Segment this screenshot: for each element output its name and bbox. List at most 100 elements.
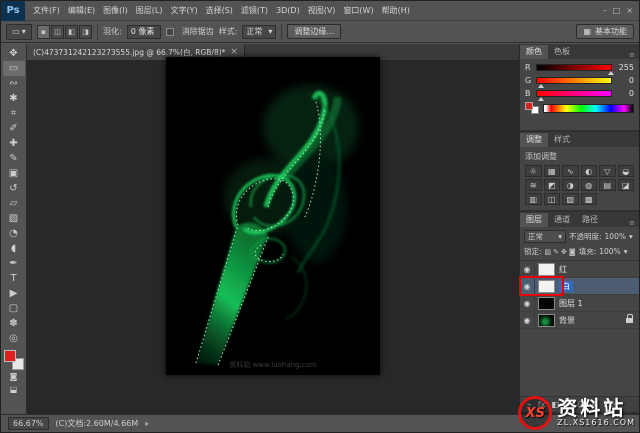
tab-color[interactable]: 颜色 (520, 45, 548, 59)
layer-name[interactable]: 图层 1 (559, 298, 583, 309)
curves-icon[interactable]: ∿ (562, 165, 579, 177)
zoom-level-field[interactable]: 66.67% (8, 417, 49, 430)
fill-value[interactable]: 100% (599, 247, 620, 256)
canvas-image[interactable]: 资料站 www.luohang.com (166, 57, 380, 375)
vibrance-icon[interactable]: ▽ (599, 165, 616, 177)
mini-color-swatches[interactable] (525, 102, 539, 114)
screen-mode-icon[interactable]: ⬓ (3, 383, 25, 396)
green-value[interactable]: 0 (616, 76, 634, 85)
lock-pixels-icon[interactable]: ✎ (553, 248, 559, 256)
menu-item-image[interactable]: 图像(I) (99, 5, 132, 16)
levels-icon[interactable]: ▦ (544, 165, 561, 177)
tab-adjustments[interactable]: 调整 (520, 133, 548, 147)
subtract-from-selection-icon[interactable]: ◧ (65, 25, 78, 39)
chevron-down-icon[interactable]: ▾ (629, 232, 633, 241)
menu-item-layer[interactable]: 图层(L) (132, 5, 167, 16)
tab-styles[interactable]: 样式 (548, 133, 576, 147)
tab-paths[interactable]: 路径 (576, 213, 604, 227)
panel-menu-icon[interactable]: ≡ (625, 51, 639, 59)
layer-name[interactable]: 红 (559, 264, 567, 275)
menu-item-file[interactable]: 文件(F) (29, 5, 64, 16)
layer-row-white[interactable]: ◉ 白 (520, 278, 639, 295)
zoom-tool[interactable]: ◎ (3, 331, 25, 346)
slider-knob[interactable] (538, 84, 544, 88)
threshold-icon[interactable]: ◫ (544, 193, 561, 205)
new-selection-icon[interactable]: ▪ (37, 25, 50, 39)
pen-tool[interactable]: ✒ (3, 256, 25, 271)
workspace-switcher[interactable]: ▦ 基本功能 (576, 24, 634, 39)
path-selection-tool[interactable]: ▶ (3, 286, 25, 301)
visibility-eye-icon[interactable]: ◉ (520, 261, 535, 277)
close-button[interactable]: × (626, 6, 633, 15)
menu-item-help[interactable]: 帮助(H) (378, 5, 414, 16)
blend-mode-dropdown[interactable]: 正常 ▾ (524, 230, 566, 243)
invert-icon[interactable]: ◪ (618, 179, 635, 191)
posterize-icon[interactable]: ▥ (525, 193, 542, 205)
red-slider[interactable] (536, 64, 612, 71)
status-options-arrow-icon[interactable]: ▸ (145, 419, 149, 428)
feather-input[interactable]: 0 像素 (127, 25, 161, 39)
photo-filter-icon[interactable]: ◑ (562, 179, 579, 191)
exposure-icon[interactable]: ◐ (581, 165, 598, 177)
history-brush-tool[interactable]: ↺ (3, 181, 25, 196)
anti-alias-checkbox[interactable] (166, 28, 174, 36)
panel-menu-icon[interactable]: ≡ (625, 219, 639, 227)
hand-tool[interactable]: ✽ (3, 316, 25, 331)
type-tool[interactable]: T (3, 271, 25, 286)
visibility-eye-icon[interactable]: ◉ (520, 295, 535, 311)
intersect-selection-icon[interactable]: ◨ (79, 25, 92, 39)
menu-item-select[interactable]: 选择(S) (202, 5, 237, 16)
refine-edge-button[interactable]: 调整边缘… (287, 24, 341, 39)
gradient-tool[interactable]: ▨ (3, 211, 25, 226)
menu-item-type[interactable]: 文字(Y) (166, 5, 201, 16)
gradient-map-icon[interactable]: ▩ (581, 193, 598, 205)
slider-knob[interactable] (608, 71, 614, 75)
layer-thumbnail[interactable] (538, 297, 555, 310)
clone-stamp-tool[interactable]: ▣ (3, 166, 25, 181)
rectangle-tool[interactable]: ▢ (3, 301, 25, 316)
tab-swatches[interactable]: 色板 (548, 45, 576, 59)
eraser-tool[interactable]: ▱ (3, 196, 25, 211)
menu-item-view[interactable]: 视图(V) (304, 5, 340, 16)
opacity-value[interactable]: 100% (605, 232, 626, 241)
visibility-eye-icon[interactable]: ◉ (520, 312, 535, 328)
spot-healing-brush-tool[interactable]: ✚ (3, 136, 25, 151)
color-balance-icon[interactable]: ≋ (525, 179, 542, 191)
foreground-color-swatch[interactable] (4, 350, 16, 362)
move-tool[interactable]: ✥ (3, 46, 25, 61)
dodge-tool[interactable]: ◖ (3, 241, 25, 256)
blue-value[interactable]: 0 (616, 89, 634, 98)
black-white-icon[interactable]: ◩ (544, 179, 561, 191)
green-slider[interactable] (536, 77, 612, 84)
layer-row-layer1[interactable]: ◉ 图层 1 (520, 295, 639, 312)
minimize-button[interactable]: – (603, 6, 607, 15)
rectangular-marquee-tool[interactable]: ▭ (3, 61, 25, 76)
style-dropdown[interactable]: 正常 ▾ (242, 25, 276, 39)
layer-thumbnail[interactable] (538, 263, 555, 276)
lock-position-icon[interactable]: ✥ (561, 248, 567, 256)
menu-item-filter[interactable]: 滤镜(T) (237, 5, 272, 16)
crop-tool[interactable]: ⌗ (3, 106, 25, 121)
lock-all-icon[interactable]: ◙ (569, 248, 576, 256)
brush-tool[interactable]: ✎ (3, 151, 25, 166)
red-value[interactable]: 255 (616, 63, 634, 72)
quick-selection-tool[interactable]: ✱ (3, 91, 25, 106)
slider-knob[interactable] (538, 97, 544, 101)
color-lookup-icon[interactable]: ▤ (599, 179, 616, 191)
quick-mask-icon[interactable]: ◙ (3, 370, 25, 383)
blue-slider[interactable] (536, 90, 612, 97)
tab-channels[interactable]: 通道 (548, 213, 576, 227)
channel-mixer-icon[interactable]: ◍ (581, 179, 598, 191)
menu-item-window[interactable]: 窗口(W) (339, 5, 377, 16)
lasso-tool[interactable]: ∾ (3, 76, 25, 91)
add-to-selection-icon[interactable]: ◫ (51, 25, 64, 39)
selective-color-icon[interactable]: ▧ (562, 193, 579, 205)
menu-item-edit[interactable]: 编辑(E) (64, 5, 99, 16)
eyedropper-tool[interactable]: ✐ (3, 121, 25, 136)
maximize-button[interactable]: □ (613, 6, 621, 15)
brightness-contrast-icon[interactable]: ☼ (525, 165, 542, 177)
layer-thumbnail[interactable] (538, 314, 555, 327)
tool-preset-picker[interactable]: ▭ ▾ (6, 24, 32, 40)
blur-tool[interactable]: ◔ (3, 226, 25, 241)
tab-layers[interactable]: 图层 (520, 213, 548, 227)
